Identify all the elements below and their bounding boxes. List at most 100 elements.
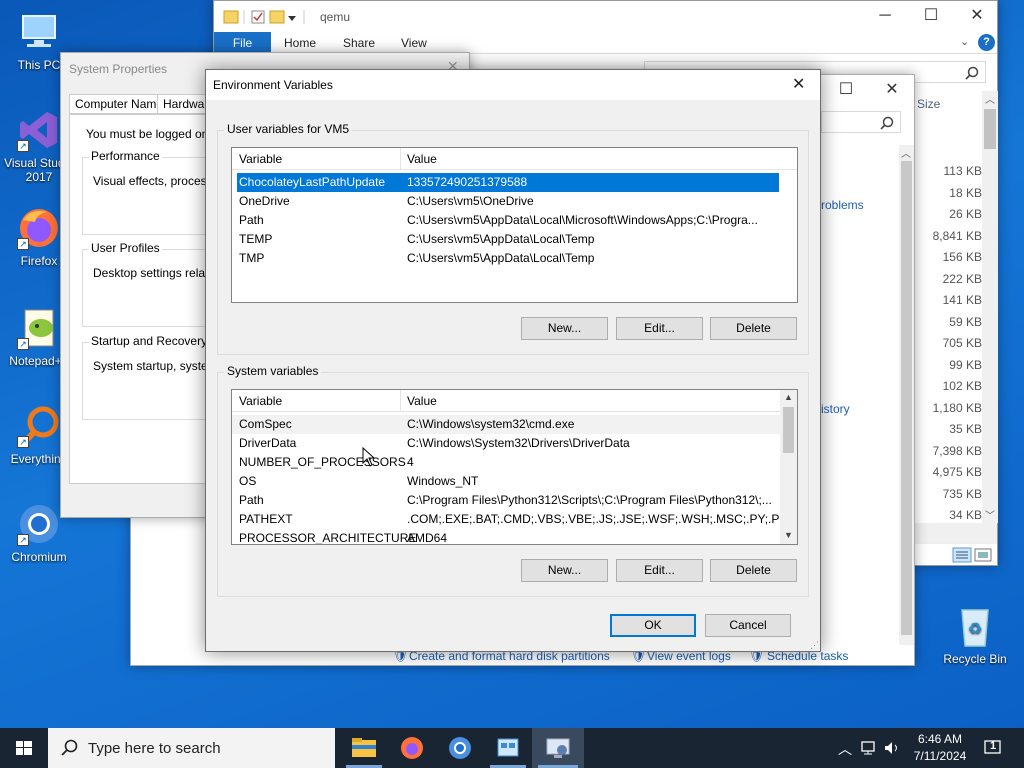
- notification-center-icon[interactable]: 1: [983, 738, 1003, 758]
- clock-time[interactable]: 6:46 AM: [912, 732, 968, 746]
- list-scrollbar[interactable]: ▲ ▼: [780, 390, 797, 544]
- taskbar-system-properties[interactable]: [532, 728, 584, 768]
- variable-value: C:\Users\vm5\AppData\Local\Temp: [407, 232, 595, 246]
- taskbar-search-box[interactable]: Type here to search: [48, 728, 335, 768]
- shortcut-arrow-icon: ↗: [17, 534, 29, 546]
- user-new-button[interactable]: New...: [521, 317, 608, 340]
- resize-grip-icon[interactable]: ⋰: [810, 640, 819, 651]
- quick-access-toolbar[interactable]: [222, 8, 312, 26]
- variable-value: C:\Users\vm5\OneDrive: [407, 194, 534, 208]
- ribbon-tab-share[interactable]: Share: [343, 36, 375, 50]
- table-row[interactable]: NUMBER_OF_PROCESSORS 4: [232, 453, 780, 472]
- shortcut-arrow-icon: ↗: [17, 338, 29, 350]
- file-size-cell: 156 KB: [942, 250, 982, 264]
- close-button[interactable]: ✕: [954, 1, 1000, 31]
- start-button[interactable]: [0, 728, 48, 768]
- scrollbar-thumb[interactable]: [984, 109, 996, 149]
- chromium-icon: [449, 737, 471, 759]
- shortcut-arrow-icon: ↗: [17, 140, 29, 152]
- maximize-button[interactable]: ☐: [908, 1, 954, 31]
- desktop-icon-recycle-bin[interactable]: ♻ Recycle Bin: [937, 604, 1013, 666]
- column-header-variable[interactable]: Variable: [239, 394, 282, 408]
- close-button[interactable]: ✕: [869, 75, 915, 105]
- variable-name: Path: [239, 213, 264, 227]
- svg-text:♻: ♻: [968, 619, 982, 638]
- show-hidden-icons-chevron-icon[interactable]: ︿: [838, 739, 852, 759]
- table-row[interactable]: OS Windows_NT: [232, 472, 780, 491]
- taskbar-file-explorer[interactable]: [340, 728, 388, 768]
- column-header-size[interactable]: Size: [917, 97, 940, 111]
- ribbon-tab-file[interactable]: File: [214, 32, 271, 54]
- maximize-button[interactable]: ☐: [823, 75, 869, 105]
- system-new-button[interactable]: New...: [521, 559, 608, 582]
- search-icon: [61, 739, 78, 756]
- variable-name: Path: [239, 493, 264, 507]
- link-problems[interactable]: roblems: [821, 198, 864, 212]
- user-edit-button[interactable]: Edit...: [616, 317, 703, 340]
- dialog-titlebar[interactable]: Environment Variables ✕: [206, 70, 820, 100]
- file-size-cell: 7,398 KB: [932, 443, 982, 458]
- system-delete-button[interactable]: Delete: [710, 559, 797, 582]
- file-size-cell: 8,841 KB: [932, 228, 982, 243]
- explorer-titlebar[interactable]: qemu ─ ☐ ✕: [214, 1, 997, 32]
- explorer-ribbon: File Home Share View ⌄ ?: [214, 32, 997, 54]
- view-toggle-icons[interactable]: [952, 547, 994, 563]
- user-variables-list[interactable]: Variable Value ChocolateyLastPathUpdate 1…: [231, 147, 798, 303]
- variable-value: C:\Users\vm5\AppData\Local\Temp: [407, 251, 595, 265]
- scroll-down-icon[interactable]: ▼: [784, 530, 793, 540]
- table-row[interactable]: DriverData C:\Windows\System32\Drivers\Dr…: [232, 434, 780, 453]
- user-delete-button[interactable]: Delete: [710, 317, 797, 340]
- environment-variables-dialog[interactable]: Environment Variables ✕ User variables f…: [205, 69, 821, 652]
- scroll-up-icon[interactable]: ▲: [784, 392, 793, 402]
- scrollbar[interactable]: ︿ ﹀: [899, 145, 914, 738]
- cancel-button[interactable]: Cancel: [705, 614, 791, 637]
- tab-computer-name[interactable]: Computer Name: [69, 94, 170, 114]
- search-box[interactable]: [821, 111, 901, 133]
- dialog-title: Environment Variables: [213, 78, 333, 92]
- search-icon: [965, 66, 979, 80]
- table-row[interactable]: TMP C:\Users\vm5\AppData\Local\Temp: [232, 249, 797, 268]
- table-row[interactable]: PROCESSOR_ARCHITECTURE AMD64: [232, 529, 780, 544]
- firefox-icon: ↗: [17, 206, 61, 250]
- table-row[interactable]: TEMP C:\Users\vm5\AppData\Local\Temp: [232, 230, 797, 249]
- chevron-down-icon[interactable]: ⌄: [960, 35, 969, 48]
- taskbar: Type here to search ︿ 6:46 AM 7/11/2024 …: [0, 728, 1024, 768]
- link-history[interactable]: istory: [821, 402, 850, 416]
- ok-button[interactable]: OK: [610, 614, 696, 637]
- column-header-variable[interactable]: Variable: [239, 152, 282, 166]
- volume-icon[interactable]: [883, 740, 901, 756]
- desktop-icon-label: Recycle Bin: [943, 652, 1007, 666]
- variable-value: 4: [407, 455, 414, 469]
- firefox-icon: [401, 737, 423, 759]
- mouse-cursor-icon: [362, 447, 376, 467]
- table-row[interactable]: PATHEXT .COM;.EXE;.BAT;.CMD;.VBS;.VBE;.JS…: [232, 510, 797, 529]
- variable-name: OS: [239, 474, 257, 488]
- scrollbar-thumb[interactable]: [783, 407, 794, 453]
- ribbon-tab-view[interactable]: View: [401, 36, 427, 50]
- table-row[interactable]: ChocolateyLastPathUpdate 1335724902513795…: [237, 173, 779, 192]
- help-icon[interactable]: ?: [978, 34, 995, 51]
- control-panel-icon: [497, 738, 519, 757]
- table-row[interactable]: Path C:\Program Files\Python312\Scripts\;…: [232, 491, 780, 510]
- shortcut-arrow-icon: ↗: [17, 436, 29, 448]
- clock-date[interactable]: 7/11/2024: [908, 749, 972, 763]
- system-edit-button[interactable]: Edit...: [616, 559, 703, 582]
- table-row[interactable]: OneDrive C:\Users\vm5\OneDrive: [232, 192, 797, 211]
- file-size-cell: 222 KB: [942, 271, 982, 286]
- close-icon[interactable]: ✕: [792, 74, 805, 94]
- table-row[interactable]: ComSpec C:\Windows\system32\cmd.exe: [232, 415, 780, 434]
- table-row[interactable]: Path C:\Users\vm5\AppData\Local\Microsoft…: [232, 211, 797, 230]
- scrollbar-thumb[interactable]: [901, 161, 912, 635]
- taskbar-control-panel[interactable]: [484, 728, 532, 768]
- column-header-value[interactable]: Value: [407, 394, 437, 408]
- column-header-value[interactable]: Value: [407, 152, 437, 166]
- minimize-button[interactable]: ─: [862, 1, 908, 31]
- file-size-cell: 705 KB: [942, 336, 982, 350]
- network-icon[interactable]: [861, 740, 879, 756]
- ribbon-tab-home[interactable]: Home: [284, 36, 316, 50]
- system-variables-list[interactable]: Variable Value ComSpec C:\Windows\system3…: [231, 389, 798, 545]
- taskbar-chromium[interactable]: [436, 728, 484, 768]
- taskbar-firefox[interactable]: [388, 728, 436, 768]
- explorer-scrollbar[interactable]: ︿ ﹀: [982, 91, 998, 523]
- group-title: Startup and Recovery: [89, 334, 210, 348]
